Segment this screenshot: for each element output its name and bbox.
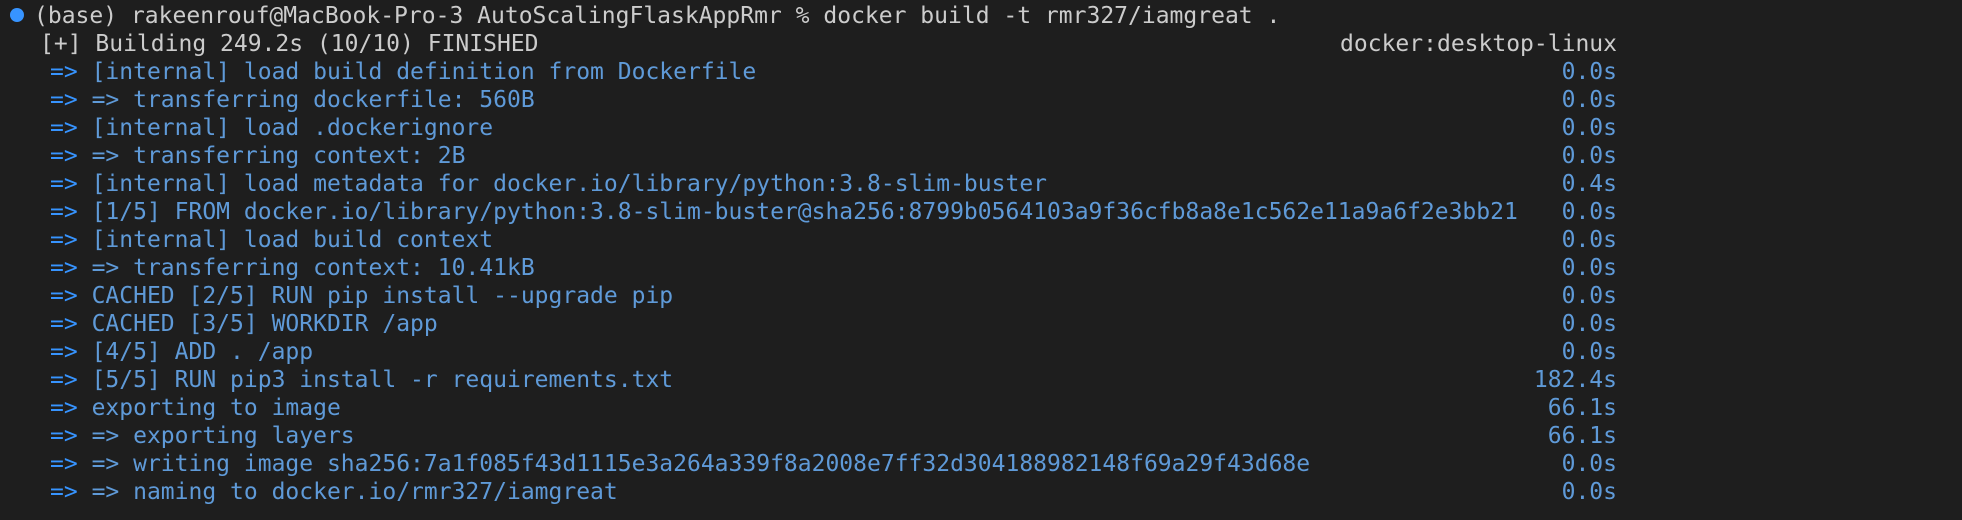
step-arrow: => — [50, 311, 78, 337]
build-step-line: => CACHED [2/5] RUN pip install --upgrad… — [0, 282, 1962, 310]
step-arrow: => — [50, 171, 78, 197]
step-text: [internal] load build context — [91, 227, 494, 253]
step-text: => exporting layers — [91, 423, 355, 449]
step-duration: 66.1s — [1547, 395, 1617, 421]
conda-env-label: (base) — [34, 3, 118, 29]
step-duration: 0.0s — [1561, 339, 1617, 365]
build-step-line: => [1/5] FROM docker.io/library/python:3… — [0, 198, 1962, 226]
step-text: [internal] load metadata for docker.io/l… — [91, 171, 1048, 197]
step-duration: 0.0s — [1561, 87, 1617, 113]
build-step-line: => => transferring context: 2B 0.0s — [0, 142, 1962, 170]
step-duration: 0.0s — [1561, 59, 1617, 85]
step-arrow: => — [50, 199, 78, 225]
build-step-line: => [internal] load build context 0.0s — [0, 226, 1962, 254]
build-step-line: => [internal] load metadata for docker.i… — [0, 170, 1962, 198]
step-text: => naming to docker.io/rmr327/iamgreat — [91, 479, 618, 505]
step-text: CACHED [2/5] RUN pip install --upgrade p… — [91, 283, 674, 309]
step-arrow: => — [50, 339, 78, 365]
step-text: => transferring context: 2B — [91, 143, 466, 169]
command-text: docker build -t rmr327/iamgreat . — [823, 3, 1281, 29]
step-arrow: => — [50, 59, 78, 85]
step-duration: 0.0s — [1561, 479, 1617, 505]
step-text: [4/5] ADD . /app — [91, 339, 314, 365]
build-step-line: => => writing image sha256:7a1f085f43d11… — [0, 450, 1962, 478]
step-text: => transferring context: 10.41kB — [91, 255, 535, 281]
step-text: [1/5] FROM docker.io/library/python:3.8-… — [91, 199, 1518, 225]
step-arrow: => — [50, 423, 78, 449]
build-context-text: docker:desktop-linux — [1340, 31, 1617, 57]
build-step-line: => => transferring context: 10.41kB 0.0s — [0, 254, 1962, 282]
prompt-symbol: % — [795, 3, 810, 29]
build-step-line: => CACHED [3/5] WORKDIR /app 0.0s — [0, 310, 1962, 338]
step-duration: 182.4s — [1533, 367, 1617, 393]
step-duration: 0.0s — [1561, 199, 1617, 225]
step-duration: 0.0s — [1561, 283, 1617, 309]
step-text: => transferring dockerfile: 560B — [91, 87, 535, 113]
step-duration: 0.4s — [1561, 171, 1617, 197]
command-prompt-line: (base) rakeenrouf@MacBook-Pro-3 AutoScal… — [0, 2, 1962, 30]
build-step-line: => [4/5] ADD . /app 0.0s — [0, 338, 1962, 366]
step-arrow: => — [50, 115, 78, 141]
step-duration: 66.1s — [1547, 423, 1617, 449]
build-step-line: => exporting to image 66.1s — [0, 394, 1962, 422]
cwd-label: AutoScalingFlaskAppRmr — [477, 3, 782, 29]
build-step-line: => => exporting layers 66.1s — [0, 422, 1962, 450]
build-steps-list: => [internal] load build definition from… — [0, 58, 1962, 506]
step-arrow: => — [50, 283, 78, 309]
step-duration: 0.0s — [1561, 255, 1617, 281]
step-text: [5/5] RUN pip3 install -r requirements.t… — [91, 367, 674, 393]
step-text: [internal] load build definition from Do… — [91, 59, 757, 85]
step-arrow: => — [50, 255, 78, 281]
step-arrow: => — [50, 227, 78, 253]
build-step-line: => [internal] load .dockerignore 0.0s — [0, 114, 1962, 142]
step-arrow: => — [50, 479, 78, 505]
step-arrow: => — [50, 143, 78, 169]
step-duration: 0.0s — [1561, 115, 1617, 141]
step-arrow: => — [50, 87, 78, 113]
step-arrow: => — [50, 395, 78, 421]
build-step-line: => [5/5] RUN pip3 install -r requirement… — [0, 366, 1962, 394]
build-step-line: => [internal] load build definition from… — [0, 58, 1962, 86]
step-text: => writing image sha256:7a1f085f43d1115e… — [91, 451, 1311, 477]
step-duration: 0.0s — [1561, 311, 1617, 337]
step-text: CACHED [3/5] WORKDIR /app — [91, 311, 438, 337]
step-duration: 0.0s — [1561, 143, 1617, 169]
step-text: [internal] load .dockerignore — [91, 115, 494, 141]
terminal-output[interactable]: (base) rakeenrouf@MacBook-Pro-3 AutoScal… — [0, 0, 1962, 520]
step-text: exporting to image — [91, 395, 341, 421]
build-step-line: => => transferring dockerfile: 560B 0.0s — [0, 86, 1962, 114]
step-arrow: => — [50, 451, 78, 477]
step-duration: 0.0s — [1561, 227, 1617, 253]
build-status-text: [+] Building 249.2s (10/10) FINISHED — [40, 31, 539, 57]
step-duration: 0.0s — [1561, 451, 1617, 477]
user-host-label: rakeenrouf@MacBook-Pro-3 — [130, 3, 464, 29]
step-arrow: => — [50, 367, 78, 393]
command-status-dot-icon — [10, 7, 24, 22]
build-step-line: => => naming to docker.io/rmr327/iamgrea… — [0, 478, 1962, 506]
build-header-line: [+] Building 249.2s (10/10) FINISHED dock… — [0, 30, 1962, 58]
